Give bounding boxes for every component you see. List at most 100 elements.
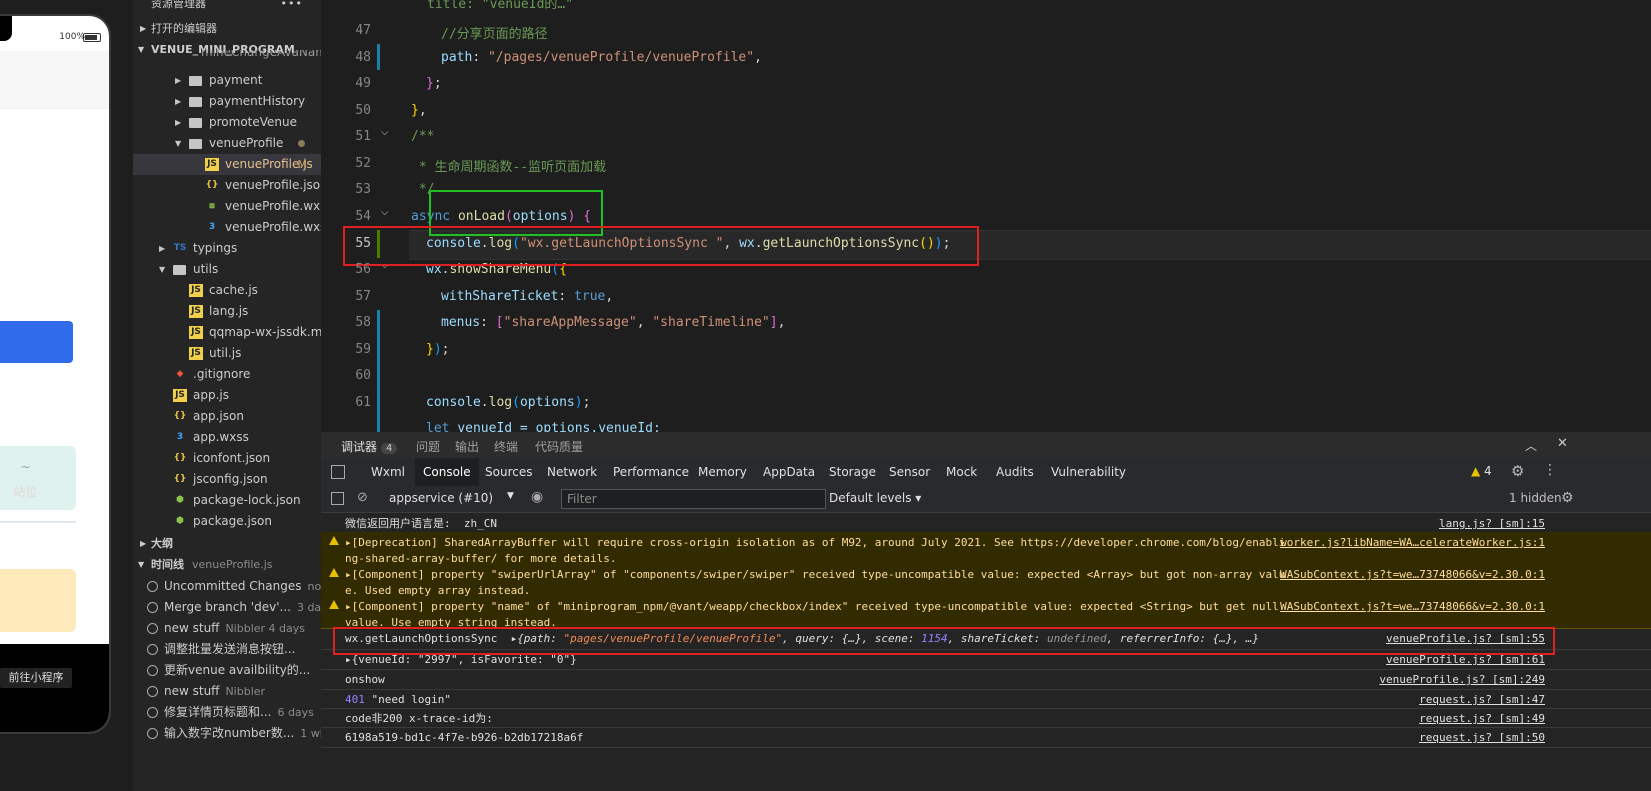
tab-wxml[interactable]: Wxml [363,458,413,486]
notice-card[interactable] [0,569,76,632]
timeline-item[interactable]: 修复详情页标题和... 6 days [133,702,321,723]
tree-item-iconfont-json[interactable]: {} iconfont.json [133,448,321,469]
phone-screen: 100% ~ 站位 前往小程序 [0,14,111,734]
fold-chevron-icon[interactable]: ⌵ [381,127,389,138]
tree-item-typings[interactable]: ▶ TS typings [133,238,321,259]
tree-item-label: venueProfile.wxml [225,199,321,213]
timeline-item[interactable]: Uncommitted Changesnow [133,576,321,597]
source-link[interactable]: lang.js? [sm]:15 [1439,516,1545,532]
console-message[interactable]: code非200 x-trace-id为: request.js? [sm]:49 [321,708,1651,728]
source-link[interactable]: request.js? [sm]:49 [1419,711,1545,727]
console-warning[interactable]: ▸[Deprecation] SharedArrayBuffer will re… [321,532,1651,565]
console-message[interactable]: 微信返回用户语言是: zh_CN lang.js? [sm]:15 [321,513,1651,533]
tab-audits[interactable]: Audits [988,458,1042,486]
source-link[interactable]: worker.js?libName=WA…celerateWorker.js:1 [1280,535,1545,551]
close-icon[interactable]: ✕ [1557,436,1568,451]
outline-header[interactable]: ▶ 大纲 [133,533,321,554]
tab-output[interactable]: 输出 [455,438,479,455]
warning-icon [329,536,339,545]
tree-item-app-js[interactable]: JS app.js [133,385,321,406]
timeline-item[interactable]: 更新venue availbility的... [133,660,321,681]
tree-item-payment[interactable]: ▶ payment [133,70,321,91]
tree-item-utils[interactable]: ▼ utils [133,259,321,280]
source-link[interactable]: WASubContext.js?t=we…73748066&v=2.30.0:1 [1280,567,1545,583]
tree-item-venueprofile-js[interactable]: JS venueProfile.js M [133,154,321,175]
source-link[interactable]: WASubContext.js?t=we…73748066&v=2.30.0:1 [1280,599,1545,615]
more-actions-icon[interactable]: ••• [281,0,303,14]
levels-select[interactable]: Default levels ▾ [829,491,921,505]
tab-problems[interactable]: 问题 [416,438,440,455]
source-link[interactable]: venueProfile.js? [sm]:249 [1379,672,1545,688]
timeline-item[interactable]: 输入数字改number数...1 wk [133,723,321,744]
timeline-item[interactable]: new stuff Nibbler [133,681,321,702]
tree-item-paymenthistory[interactable]: ▶ paymentHistory [133,91,321,112]
tab-vulnerability[interactable]: Vulnerability [1043,458,1134,486]
tree-item-app-wxss[interactable]: 3 app.wxss [133,427,321,448]
tree-item-package-json[interactable]: ⬢ package.json [133,511,321,532]
timeline-item[interactable]: Merge branch 'dev'...3 days [133,597,321,618]
tree-item-promotevenue[interactable]: ▶ promoteVenue [133,112,321,133]
tab-performance[interactable]: Performance [605,458,697,486]
tab-code-quality[interactable]: 代码质量 [535,438,583,455]
tab-count-badge: 4 [381,443,398,454]
chevron-up-icon[interactable]: ︿ [1525,437,1537,454]
tab-appdata[interactable]: AppData [755,458,823,486]
timeline-item[interactable]: 调整批量发送消息按钮... [133,639,321,660]
console-message[interactable]: onshow venueProfile.js? [sm]:249 [321,669,1651,690]
tab-sources[interactable]: Sources [477,458,540,486]
tree-item-qqmap-wx-jssdk-min-js[interactable]: JS qqmap-wx-jssdk.min.js [133,322,321,343]
chevron-right-icon: ▶ [175,76,182,85]
json-file-icon: {} [173,474,187,484]
source-link[interactable]: request.js? [sm]:50 [1419,730,1545,746]
open-editors-header[interactable]: ▶ 打开的编辑器 [133,18,321,39]
gear-icon[interactable]: ⚙ [1511,462,1524,480]
tree-item-label: mineChangeAvaName... [201,50,321,59]
tree-item-lang-js[interactable]: JS lang.js [133,301,321,322]
console-message[interactable]: 6198a519-bd1c-4f7e-b926-b2db17218a6f requ… [321,727,1651,748]
battery-percent: 100% [59,32,85,42]
tab-debugger[interactable]: 调试器 4 [341,438,398,455]
tab-mock[interactable]: Mock [938,458,985,486]
tab-network[interactable]: Network [539,458,605,486]
goto-miniprogram-button[interactable]: 前往小程序 [0,668,72,688]
timeline-label: 时间线 [151,558,184,571]
tab-storage[interactable]: Storage [821,458,884,486]
explorer-title-text: 资源管理器 [151,0,206,10]
code-line: }, [411,103,427,118]
tree-item-truncated[interactable]: mineChangeAvaName... [133,50,321,64]
tree-item-cache-js[interactable]: JS cache.js [133,280,321,301]
tree-item-venueprofile-json[interactable]: {} venueProfile.json [133,175,321,196]
console-settings-icon[interactable]: ⚙ [1561,490,1574,506]
filter-input[interactable]: Filter [561,489,826,509]
tree-item--gitignore[interactable]: ◆ .gitignore [133,364,321,385]
timeline-item[interactable]: new stuff Nibbler 4 days [133,618,321,639]
warning-count[interactable]: ▲ 4 [1471,464,1492,478]
source-link[interactable]: request.js? [sm]:47 [1419,692,1545,708]
timeline-header[interactable]: ▼ 时间线 venueProfile.js [133,554,321,575]
tree-item-venueprofile-wxml[interactable]: ⧈ venueProfile.wxml [133,196,321,217]
tab-console[interactable]: Console [415,458,479,486]
sidebar-toggle-icon[interactable] [331,492,344,505]
timeline-item-text: 输入数字改number数...1 wk [164,723,321,744]
console-warning[interactable]: ▸[Component] property "name" of "minipro… [321,596,1651,629]
context-select[interactable]: appservice (#10) ▼ [389,491,514,505]
tree-item-package-lock-json[interactable]: ⬢ package-lock.json [133,490,321,511]
console-warning[interactable]: ▸[Component] property "swiperUrlArray" o… [321,564,1651,597]
clear-console-icon[interactable]: ⊘ [357,490,368,505]
code-editor[interactable]: ⌵ ⌵ ⌵ title: "venueId的…" //分享页面的路径 path:… [321,0,1651,432]
tree-item-venueprofile[interactable]: ▼ venueProfile [133,133,321,154]
tree-item-app-json[interactable]: {} app.json [133,406,321,427]
venue-card[interactable]: ~ 站位 [0,446,76,510]
more-vertical-icon[interactable]: ⋮ [1543,462,1557,478]
tree-item-venueprofile-wxss[interactable]: 3 venueProfile.wxss [133,217,321,238]
eye-icon[interactable]: ◉ [531,489,543,505]
tab-memory[interactable]: Memory [690,458,755,486]
inspect-icon[interactable] [331,465,345,479]
tab-terminal[interactable]: 终端 [494,438,518,455]
tree-item-jsconfig-json[interactable]: {} jsconfig.json [133,469,321,490]
tree-item-util-js[interactable]: JS util.js [133,343,321,364]
fold-chevron-icon[interactable]: ⌵ [381,207,389,218]
console-message[interactable]: 401 "need login" request.js? [sm]:47 [321,689,1651,709]
tab-sensor[interactable]: Sensor [881,458,938,486]
primary-button[interactable] [0,321,73,363]
